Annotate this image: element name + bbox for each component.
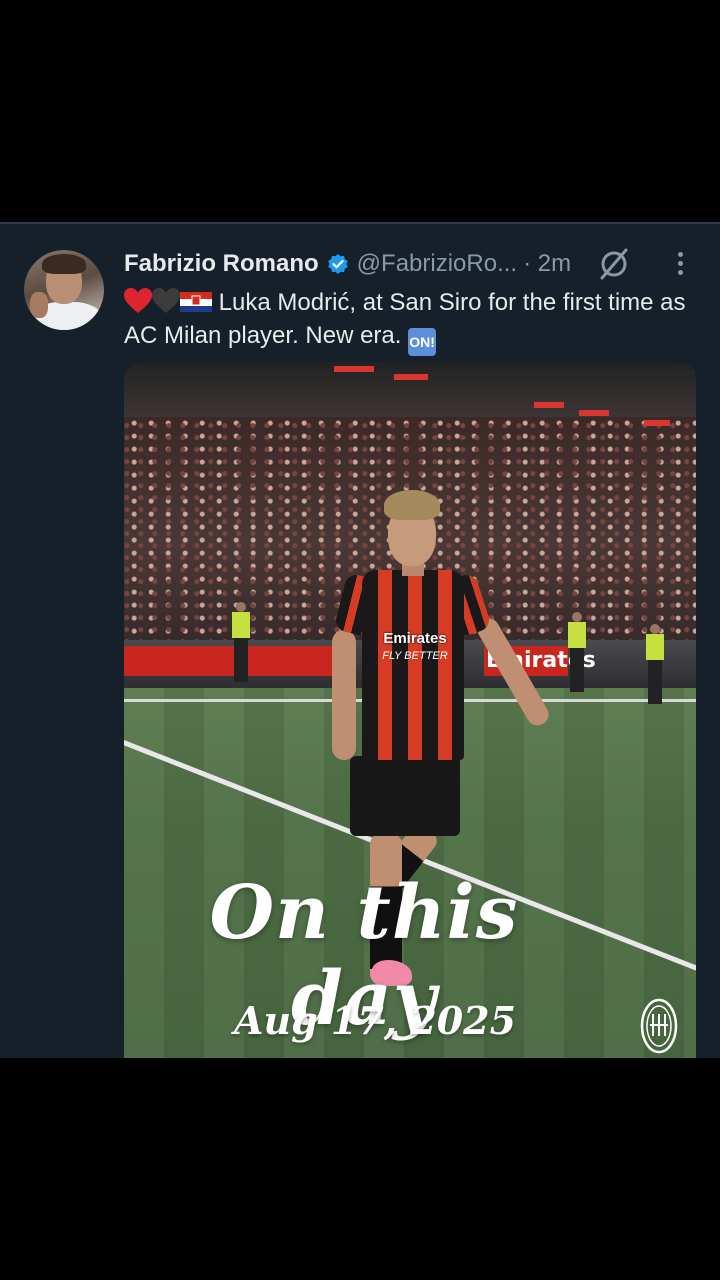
shirt-sponsor: Emirates	[383, 630, 447, 647]
on-arrow-emoji: ON!	[408, 328, 437, 356]
author-name[interactable]: Fabrizio Romano	[124, 250, 319, 278]
grok-icon[interactable]	[596, 246, 632, 282]
author-handle[interactable]: @FabrizioRo...	[357, 250, 517, 278]
tweet-header: Fabrizio Romano @FabrizioRo... · 2m	[124, 248, 571, 280]
more-options-icon[interactable]	[666, 248, 694, 280]
tweet-card[interactable]: Fabrizio Romano @FabrizioRo... · 2m Luka…	[0, 222, 720, 1058]
author-avatar[interactable]	[24, 250, 104, 330]
led-board-left	[124, 646, 334, 676]
ac-milan-crest-icon	[640, 998, 678, 1054]
tweet-image[interactable]: Emirates Emirates FLY BETTER On this day…	[124, 362, 696, 1058]
black-heart-icon	[152, 288, 180, 313]
shirt-sponsor-tagline: FLY BETTER	[382, 650, 448, 662]
tweet-timestamp[interactable]: · 2m	[523, 250, 571, 278]
red-heart-icon	[124, 288, 152, 313]
verified-badge-icon	[327, 254, 348, 274]
on-this-day-date: Aug 17, 2025	[234, 998, 517, 1043]
stadium-roof	[124, 362, 696, 417]
tweet-text: Luka Modrić, at San Siro for the first t…	[124, 286, 704, 356]
croatia-flag-icon	[180, 292, 212, 312]
